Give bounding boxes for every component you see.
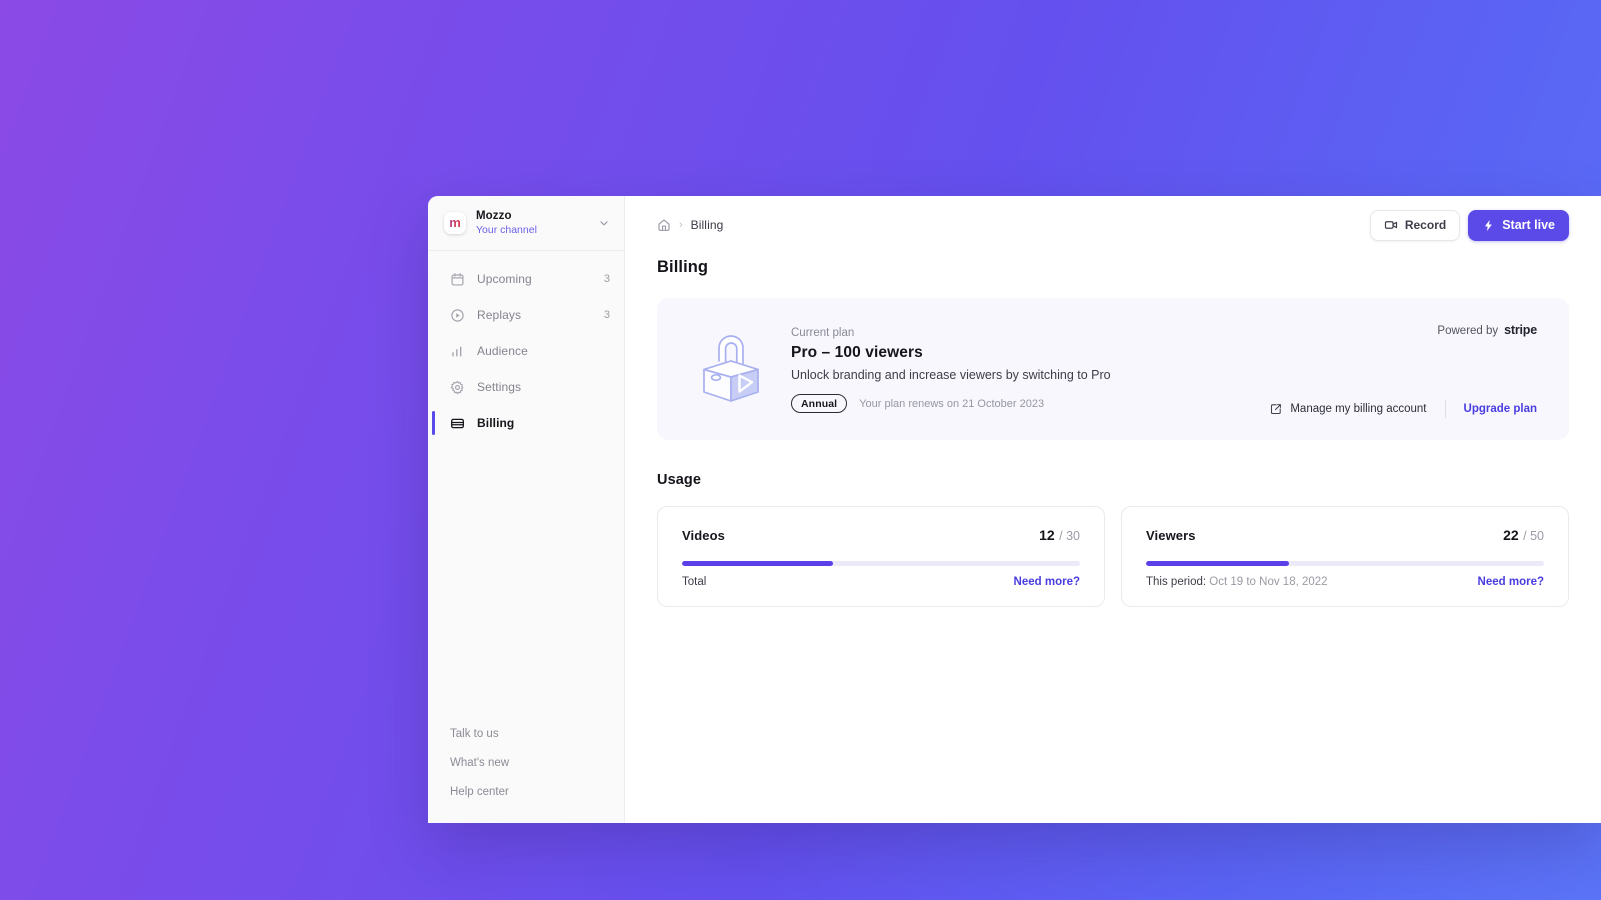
usage-card-name: Viewers (1146, 528, 1196, 543)
page-title: Billing (657, 258, 709, 276)
usage-progress-track (682, 561, 1080, 566)
plan-eyebrow: Current plan (791, 327, 855, 339)
sidebar-item-upcoming[interactable]: Upcoming 3 (428, 261, 624, 297)
app-window: m Mozzo Your channel Upcoming 3 Replays … (428, 196, 1601, 823)
plan-name: Pro – 100 viewers (791, 344, 923, 361)
sidebar-item-label: Audience (477, 344, 528, 358)
lightning-bolt-icon (1482, 219, 1495, 232)
workspace-name: Mozzo (476, 210, 512, 222)
sidebar-footer-links: Talk to us What's new Help center (428, 720, 624, 823)
usage-card-count: 12 / 30 (1039, 527, 1080, 545)
usage-sub-label: Total (682, 576, 707, 588)
billing-cycle-badge: Annual (791, 394, 848, 413)
sidebar-nav: Upcoming 3 Replays 3 Audience Settings B… (428, 251, 624, 441)
usage-sub-label: This period: (1146, 576, 1207, 588)
workspace-logo: m (444, 212, 466, 234)
stripe-wordmark: stripe (1504, 323, 1537, 337)
sidebar-item-label: Upcoming (477, 272, 532, 286)
usage-used-value: 22 (1503, 527, 1519, 543)
footer-link-whats-new[interactable]: What's new (450, 749, 624, 778)
actions-divider (1444, 400, 1446, 418)
usage-card-header: Viewers 22 / 50 (1146, 527, 1544, 545)
workspace-subtitle: Your channel (476, 224, 537, 236)
breadcrumb-separator: › (679, 218, 683, 231)
manage-billing-account-label: Manage my billing account (1290, 403, 1427, 415)
usage-card-footer: Total Need more? (682, 576, 1080, 588)
bar-chart-icon (450, 344, 465, 359)
start-live-button-label: Start live (1502, 218, 1555, 232)
sidebar-item-count: 3 (603, 309, 610, 321)
play-circle-icon (450, 308, 465, 323)
usage-section-title: Usage (657, 472, 702, 488)
footer-link-talk-to-us[interactable]: Talk to us (450, 720, 624, 749)
manage-billing-account-link[interactable]: Manage my billing account (1270, 403, 1427, 415)
usage-used-value: 12 (1039, 527, 1055, 543)
powered-by-label: Powered by (1437, 325, 1499, 337)
current-plan-card: Current plan Pro – 100 viewers Unlock br… (657, 298, 1569, 440)
powered-by-stripe: Powered by stripe (1437, 323, 1537, 337)
usage-card-subtext: This period: Oct 19 to Nov 18, 2022 (1146, 576, 1478, 588)
workspace-switcher[interactable]: m Mozzo Your channel (428, 196, 624, 251)
usage-card-count: 22 / 50 (1503, 527, 1544, 545)
usage-card-footer: This period: Oct 19 to Nov 18, 2022 Need… (1146, 576, 1544, 588)
sidebar-item-replays[interactable]: Replays 3 (428, 297, 624, 333)
main-content: › Billing Record Start live Billing Curr… (625, 196, 1601, 823)
sidebar-item-label: Replays (477, 308, 522, 322)
sidebar-item-billing[interactable]: Billing (428, 405, 624, 441)
footer-link-help-center[interactable]: Help center (450, 778, 624, 807)
usage-card-videos: Videos 12 / 30 Total Need more? (657, 506, 1105, 607)
sidebar: m Mozzo Your channel Upcoming 3 Replays … (428, 196, 625, 823)
record-button[interactable]: Record (1369, 209, 1461, 241)
home-icon[interactable] (657, 218, 671, 232)
usage-progress-track (1146, 561, 1544, 566)
usage-limit-value: / 50 (1523, 529, 1544, 543)
padlock-play-illustration (683, 325, 779, 413)
usage-progress-fill (1146, 561, 1290, 566)
breadcrumb: › Billing (657, 218, 1362, 232)
sidebar-item-count: 3 (603, 273, 610, 285)
sidebar-item-audience[interactable]: Audience (428, 333, 624, 369)
usage-card-header: Videos 12 / 30 (682, 527, 1080, 545)
plan-actions: Manage my billing account Upgrade plan (1270, 400, 1537, 418)
usage-progress-fill (682, 561, 834, 566)
calendar-icon (450, 272, 465, 287)
sidebar-item-label: Settings (477, 380, 522, 394)
workspace-logo-letter: m (449, 214, 461, 230)
external-link-icon (1270, 403, 1282, 415)
usage-cards: Videos 12 / 30 Total Need more? Viewers (657, 506, 1569, 607)
record-button-label: Record (1404, 218, 1447, 232)
video-camera-icon (1384, 218, 1398, 232)
topbar: › Billing Record Start live (657, 196, 1569, 254)
need-more-link[interactable]: Need more? (1478, 576, 1544, 588)
plan-description: Unlock branding and increase viewers by … (791, 368, 1111, 382)
start-live-button[interactable]: Start live (1468, 209, 1569, 241)
chevron-down-icon (598, 217, 610, 229)
upgrade-plan-link[interactable]: Upgrade plan (1464, 403, 1537, 415)
workspace-text: Mozzo Your channel (476, 209, 598, 237)
sidebar-item-label: Billing (477, 416, 515, 430)
sidebar-item-settings[interactable]: Settings (428, 369, 624, 405)
credit-card-icon (450, 416, 465, 431)
usage-sub-value: Oct 19 to Nov 18, 2022 (1206, 576, 1328, 588)
need-more-link[interactable]: Need more? (1014, 576, 1080, 588)
breadcrumb-current: Billing (690, 218, 724, 232)
plan-renewal-text: Your plan renews on 21 October 2023 (859, 397, 1045, 410)
usage-card-viewers: Viewers 22 / 50 This period: Oct 19 to N… (1121, 506, 1569, 607)
usage-limit-value: / 30 (1059, 529, 1080, 543)
gear-icon (450, 380, 465, 395)
usage-card-subtext: Total (682, 576, 1014, 588)
usage-card-name: Videos (682, 528, 725, 543)
